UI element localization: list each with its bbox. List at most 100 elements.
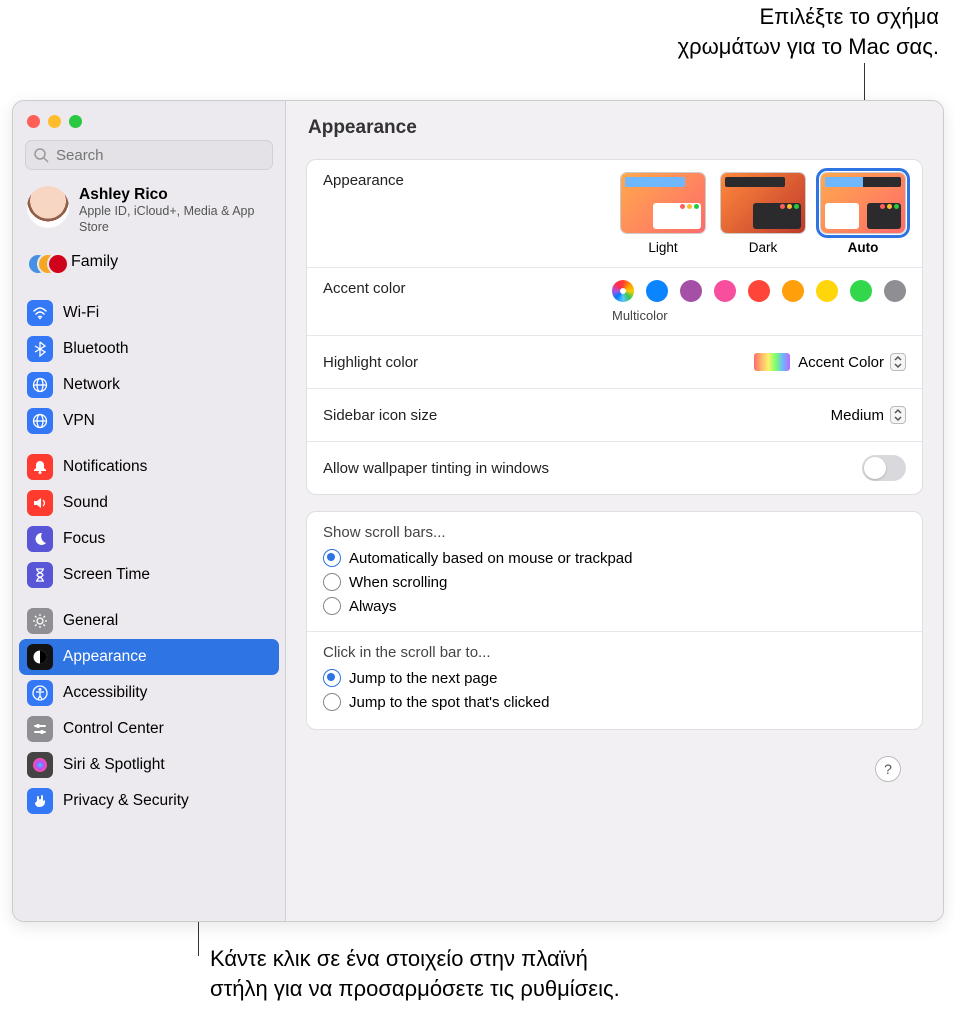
sidebar-item-general[interactable]: General <box>13 603 285 639</box>
radio-icon <box>323 693 341 711</box>
radio-label: When scrolling <box>349 574 447 591</box>
bell-icon <box>27 454 53 480</box>
highlight-select[interactable]: Accent Color <box>798 353 906 371</box>
sidebar-item-screen-time[interactable]: Screen Time <box>13 557 285 593</box>
sidebar-item-control-center[interactable]: Control Center <box>13 711 285 747</box>
sidebar-item-bluetooth[interactable]: Bluetooth <box>13 331 285 367</box>
bluetooth-icon <box>27 336 53 362</box>
accent-sub-label: Multicolor <box>612 308 668 323</box>
account-row[interactable]: Ashley Rico Apple ID, iCloud+, Media & A… <box>13 180 285 243</box>
icon-size-select[interactable]: Medium <box>831 406 906 424</box>
appearance-panel: Appearance Light Dark Auto Accent <box>306 159 923 495</box>
sidebar-item-label: VPN <box>63 412 95 430</box>
close-button[interactable] <box>27 115 40 128</box>
accent-color-8[interactable] <box>884 280 906 302</box>
click-option[interactable]: Jump to the next page <box>323 669 906 687</box>
accessibility-icon <box>27 680 53 706</box>
search-input[interactable] <box>25 140 273 170</box>
tinting-label: Allow wallpaper tinting in windows <box>323 460 549 477</box>
sidebar-item-label: Notifications <box>63 458 147 476</box>
tinting-toggle[interactable] <box>862 455 906 481</box>
scroll-panel: Show scroll bars... Automatically based … <box>306 511 923 730</box>
highlight-value: Accent Color <box>798 354 884 371</box>
highlight-swatch <box>754 353 790 371</box>
appearance-icon <box>27 644 53 670</box>
sidebar-item-label: Control Center <box>63 720 164 738</box>
settings-window: Ashley Rico Apple ID, iCloud+, Media & A… <box>12 100 944 922</box>
accent-color-3[interactable] <box>714 280 736 302</box>
account-name: Ashley Rico <box>79 186 271 204</box>
sidebar-item-label: Wi-Fi <box>63 304 99 322</box>
sidebar-item-label: Bluetooth <box>63 340 129 358</box>
sidebar-item-vpn[interactable]: VPN <box>13 403 285 439</box>
chevron-updown-icon <box>890 406 906 424</box>
avatar <box>27 186 69 228</box>
scrollbars-option[interactable]: When scrolling <box>323 573 906 591</box>
sidebar-item-label: Network <box>63 376 120 394</box>
family-row[interactable]: Family <box>13 243 285 285</box>
appearance-caption: Light <box>620 240 706 255</box>
sidebar-item-siri-spotlight[interactable]: Siri & Spotlight <box>13 747 285 783</box>
click-option[interactable]: Jump to the spot that's clicked <box>323 693 906 711</box>
sidebar-item-notifications[interactable]: Notifications <box>13 449 285 485</box>
accent-color-6[interactable] <box>816 280 838 302</box>
sidebar-item-label: Privacy & Security <box>63 792 189 810</box>
sidebar-item-focus[interactable]: Focus <box>13 521 285 557</box>
appearance-caption: Auto <box>820 240 906 255</box>
accent-color-2[interactable] <box>680 280 702 302</box>
sidebar-item-label: Focus <box>63 530 105 548</box>
appearance-option-light[interactable]: Light <box>620 172 706 255</box>
scrollbars-option[interactable]: Always <box>323 597 906 615</box>
icon-size-label: Sidebar icon size <box>323 407 437 424</box>
help-button[interactable]: ? <box>875 756 901 782</box>
globe-icon <box>27 372 53 398</box>
radio-icon <box>323 573 341 591</box>
sidebar-item-wi-fi[interactable]: Wi-Fi <box>13 295 285 331</box>
highlight-label: Highlight color <box>323 354 418 371</box>
page-title: Appearance <box>286 101 943 149</box>
sidebar-item-label: Screen Time <box>63 566 150 584</box>
appearance-caption: Dark <box>720 240 806 255</box>
sidebar: Ashley Rico Apple ID, iCloud+, Media & A… <box>13 101 286 921</box>
sidebar-item-privacy-security[interactable]: Privacy & Security <box>13 783 285 819</box>
radio-label: Jump to the spot that's clicked <box>349 694 549 711</box>
sidebar-item-label: Appearance <box>63 648 147 666</box>
wifi-icon <box>27 300 53 326</box>
maximize-button[interactable] <box>69 115 82 128</box>
hourglass-icon <box>27 562 53 588</box>
accent-color-4[interactable] <box>748 280 770 302</box>
accent-color-0[interactable] <box>612 280 634 302</box>
gear-icon <box>27 608 53 634</box>
family-label: Family <box>71 253 118 271</box>
accent-color-5[interactable] <box>782 280 804 302</box>
accent-label: Accent color <box>323 280 406 297</box>
accent-color-7[interactable] <box>850 280 872 302</box>
appearance-preview <box>620 172 706 234</box>
account-sub: Apple ID, iCloud+, Media & App Store <box>79 204 271 235</box>
sidebar-item-label: Sound <box>63 494 108 512</box>
appearance-option-auto[interactable]: Auto <box>820 172 906 255</box>
sidebar-item-accessibility[interactable]: Accessibility <box>13 675 285 711</box>
accent-color-1[interactable] <box>646 280 668 302</box>
appearance-label: Appearance <box>323 172 404 189</box>
sidebar-item-label: Accessibility <box>63 684 147 702</box>
radio-icon <box>323 597 341 615</box>
scrollbars-option[interactable]: Automatically based on mouse or trackpad <box>323 549 906 567</box>
radio-icon <box>323 549 341 567</box>
appearance-option-dark[interactable]: Dark <box>720 172 806 255</box>
family-icon <box>27 251 61 273</box>
sidebar-item-sound[interactable]: Sound <box>13 485 285 521</box>
sidebar-item-appearance[interactable]: Appearance <box>19 639 279 675</box>
appearance-preview <box>720 172 806 234</box>
minimize-button[interactable] <box>48 115 61 128</box>
sliders-icon <box>27 716 53 742</box>
hand-icon <box>27 788 53 814</box>
icon-size-value: Medium <box>831 407 884 424</box>
sidebar-item-label: Siri & Spotlight <box>63 756 165 774</box>
radio-label: Always <box>349 598 397 615</box>
scrollbars-heading: Show scroll bars... <box>307 512 922 545</box>
moon-icon <box>27 526 53 552</box>
siri-icon <box>27 752 53 778</box>
sidebar-item-network[interactable]: Network <box>13 367 285 403</box>
radio-label: Automatically based on mouse or trackpad <box>349 550 632 567</box>
